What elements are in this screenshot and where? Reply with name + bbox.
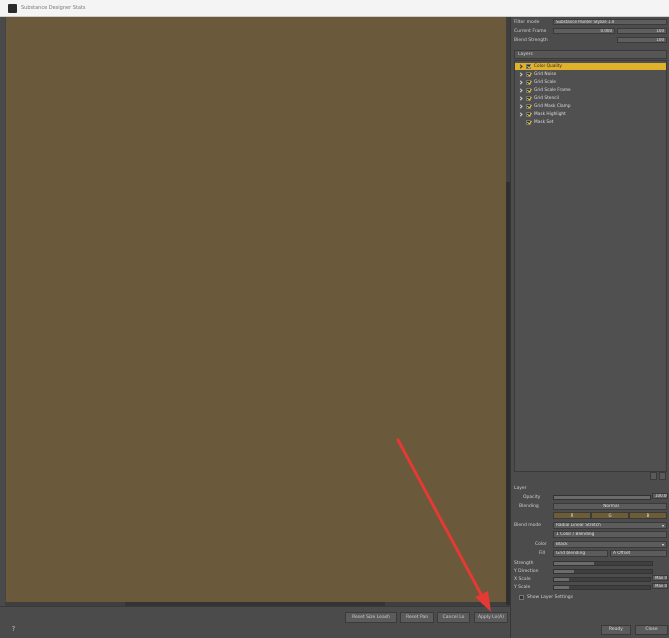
blend-mode-label: Blend mode xyxy=(514,523,542,528)
current-frame-field[interactable]: 0.000 xyxy=(553,28,615,34)
channel-g-toggle[interactable]: G xyxy=(591,512,629,519)
y-scale-slider[interactable] xyxy=(553,585,651,590)
y-scale-field[interactable]: Max 0 xyxy=(652,583,668,589)
bottom-toolbar: Reset Size Leash Reset Pan Cancel Lo App… xyxy=(0,606,510,638)
layer-add-button[interactable] xyxy=(650,472,657,480)
opacity-field[interactable]: 100.00 xyxy=(652,493,668,499)
chevron-down-icon: ▾ xyxy=(661,523,664,528)
layers-list[interactable]: Color Quality Grid Noise Grid Scale Grid… xyxy=(514,60,667,472)
layer-item-grid-scale-frame[interactable]: Grid Scale Frame xyxy=(515,87,666,94)
layer-item-color-quality[interactable]: Color Quality xyxy=(515,63,666,70)
x-scale-field[interactable]: Max 0 xyxy=(652,575,668,581)
blend-mode-dropdown[interactable]: Radial Linear Stretch ▾ xyxy=(553,522,667,529)
layer-visibility-checkbox[interactable] xyxy=(526,120,531,125)
layer-delete-button[interactable] xyxy=(659,472,666,480)
y-direction-label: Y Direction xyxy=(514,569,539,574)
reset-pan-button[interactable]: Reset Pan xyxy=(400,612,434,623)
fill-a-value: Grid blending xyxy=(556,551,586,556)
blending-label: Blending xyxy=(519,504,539,509)
close-button[interactable]: Close xyxy=(635,625,668,635)
layer-section-label: Layer xyxy=(514,486,527,491)
option-value: 1 Color / Blending xyxy=(556,532,595,537)
title-bar: Substance Designer Stats xyxy=(0,0,669,17)
color-dropdown[interactable]: Black ▾ xyxy=(553,541,667,548)
fill-label: Fill xyxy=(539,551,546,556)
strength-slider[interactable] xyxy=(553,561,653,566)
color-label: Color xyxy=(535,542,547,547)
layer-item-grid-scale[interactable]: Grid Scale xyxy=(515,79,666,86)
show-settings-label: Show Layer Settings xyxy=(527,595,574,600)
filter-mode-label: Filter mode xyxy=(514,20,540,25)
layer-visibility-checkbox[interactable] xyxy=(526,64,531,69)
strength-label: Strength xyxy=(514,561,534,566)
layer-label: Grid Scale xyxy=(534,80,556,85)
preview-canvas[interactable] xyxy=(5,17,506,606)
blend-strength-field[interactable]: 100 xyxy=(617,37,667,43)
current-frame-max-field[interactable]: 100 xyxy=(617,28,667,34)
layer-visibility-checkbox[interactable] xyxy=(526,96,531,101)
y-direction-slider[interactable] xyxy=(553,569,653,574)
fill-b-dropdown[interactable]: A Offset xyxy=(610,550,667,557)
expand-arrow-icon[interactable] xyxy=(518,104,523,109)
layer-label: Grid Noise xyxy=(534,72,557,77)
layer-visibility-checkbox[interactable] xyxy=(526,88,531,93)
app-icon xyxy=(8,4,17,13)
layer-item-mask-set[interactable]: Mask Set xyxy=(515,119,666,126)
layer-item-grid-stencil[interactable]: Grid Stencil xyxy=(515,95,666,102)
window-title: Substance Designer Stats xyxy=(21,5,86,11)
layer-visibility-checkbox[interactable] xyxy=(526,80,531,85)
blending-dropdown[interactable]: Normal xyxy=(553,503,667,510)
layer-item-mask-highlight[interactable]: Mask Highlight xyxy=(515,111,666,118)
current-frame-label: Current Frame xyxy=(514,29,547,34)
layers-header: Layers xyxy=(514,50,667,59)
color-value: Black xyxy=(556,542,568,547)
channel-b-toggle[interactable]: B xyxy=(629,512,667,519)
blending-value: Normal xyxy=(603,504,619,509)
ready-button[interactable]: Ready xyxy=(601,625,631,635)
layer-label: Color Quality xyxy=(534,64,562,69)
chevron-down-icon: ▾ xyxy=(661,542,664,547)
x-scale-slider[interactable] xyxy=(553,577,651,582)
blend-mode-value: Radial Linear Stretch xyxy=(556,523,601,528)
expand-arrow-icon[interactable] xyxy=(518,96,523,101)
expand-arrow-icon[interactable] xyxy=(518,88,523,93)
layer-label: Grid Stencil xyxy=(534,96,559,101)
properties-panel: Filter mode Substance Painter Stylize 1.… xyxy=(510,17,669,638)
layer-label: Grid Mask Clamp xyxy=(534,104,571,109)
layer-label: Mask Highlight xyxy=(534,112,566,117)
fill-b-value: A Offset xyxy=(613,551,631,556)
apply-button[interactable]: Apply Lo(A) xyxy=(474,612,508,623)
y-scale-label: Y Scale xyxy=(514,585,531,590)
opacity-label: Opacity xyxy=(523,495,541,500)
layer-item-grid-noise[interactable]: Grid Noise xyxy=(515,71,666,78)
expand-arrow-icon[interactable] xyxy=(518,64,523,69)
expand-arrow-icon[interactable] xyxy=(518,112,523,117)
layer-item-grid-mask-clamp[interactable]: Grid Mask Clamp xyxy=(515,103,666,110)
layer-label: Grid Scale Frame xyxy=(534,88,571,93)
layer-visibility-checkbox[interactable] xyxy=(526,112,531,117)
blend-strength-label: Blend Strength xyxy=(514,38,548,43)
layer-label: Mask Set xyxy=(534,120,554,125)
expand-arrow-icon[interactable] xyxy=(518,72,523,77)
help-icon[interactable]: ? xyxy=(9,625,18,634)
cancel-button[interactable]: Cancel Lo xyxy=(437,612,470,623)
fill-a-dropdown[interactable]: Grid blending xyxy=(553,550,608,557)
reset-size-button[interactable]: Reset Size Leash xyxy=(345,612,397,623)
layer-visibility-checkbox[interactable] xyxy=(526,72,531,77)
x-scale-label: X Scale xyxy=(514,577,531,582)
filter-mode-field[interactable]: Substance Painter Stylize 1.0 xyxy=(553,19,667,25)
option-dropdown[interactable]: 1 Color / Blending xyxy=(553,531,667,538)
show-settings-checkbox[interactable] xyxy=(519,595,524,600)
layer-visibility-checkbox[interactable] xyxy=(526,104,531,109)
opacity-slider[interactable] xyxy=(553,495,651,500)
channel-r-toggle[interactable]: R xyxy=(553,512,591,519)
expand-arrow-icon[interactable] xyxy=(518,80,523,85)
